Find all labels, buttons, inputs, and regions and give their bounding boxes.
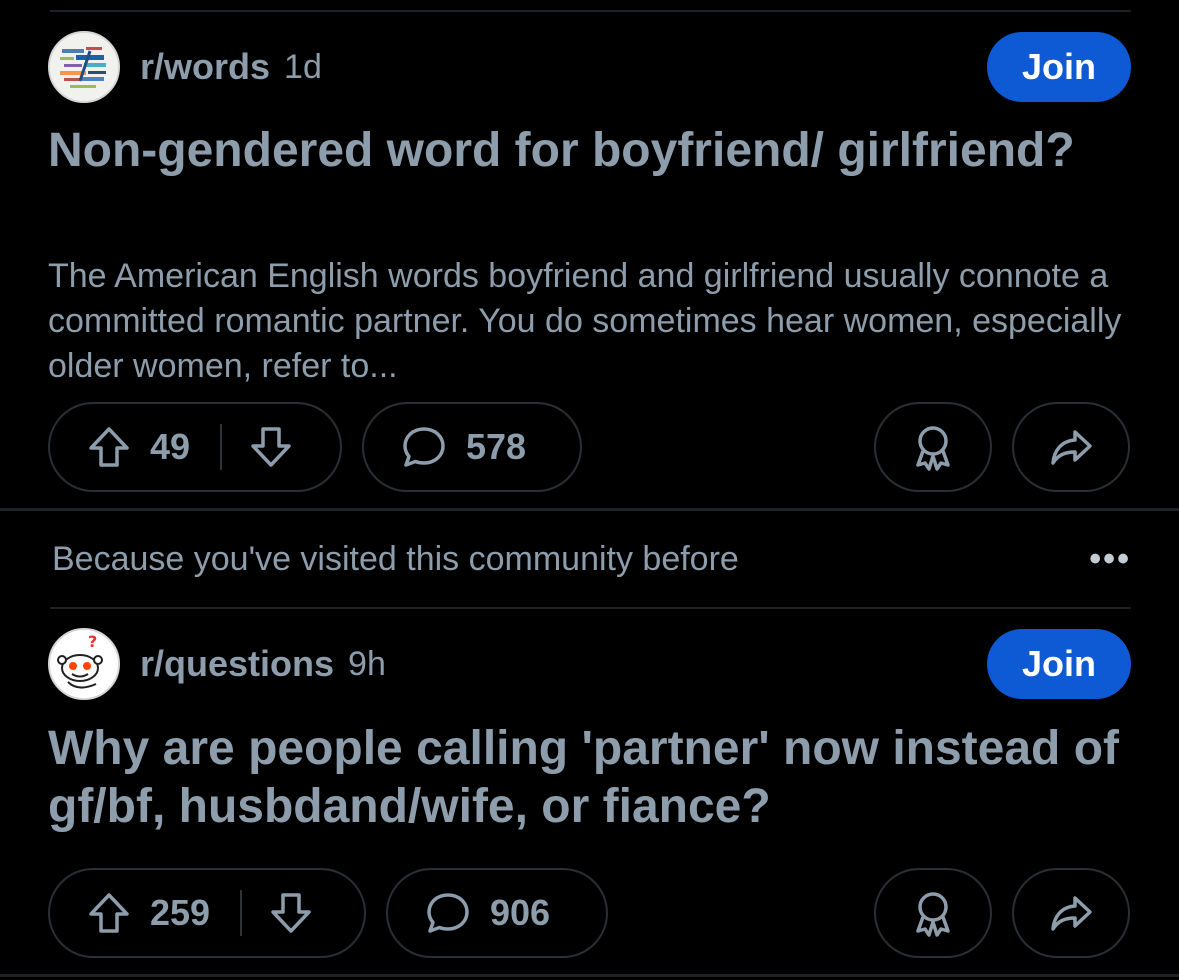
post-card[interactable]: ? r/questions 9h Join Why are people cal… [0, 610, 1179, 980]
comment-icon [400, 424, 448, 470]
upvote-icon[interactable] [86, 890, 132, 936]
svg-text:?: ? [88, 632, 97, 651]
comment-count: 578 [466, 426, 527, 467]
post-age: 9h [348, 644, 386, 683]
comment-count: 906 [490, 892, 551, 933]
community-avatar[interactable] [48, 31, 120, 103]
word-cloud-icon [50, 33, 118, 101]
snoo-question-icon: ? [50, 630, 118, 698]
share-icon [1048, 424, 1094, 470]
join-button[interactable]: Join [987, 629, 1131, 699]
feed: r/words 1d Join Non-gendered word for bo… [0, 0, 1179, 980]
comment-icon [424, 890, 472, 936]
vote-pill: 259 [48, 868, 366, 958]
post-header: ? r/questions 9h [48, 627, 386, 701]
vote-pill: 49 [48, 402, 342, 492]
post-header: r/words 1d [48, 30, 322, 104]
post-separator [0, 508, 1179, 511]
vote-divider [220, 424, 223, 470]
downvote-icon[interactable] [248, 424, 294, 470]
more-options-icon[interactable]: ••• [1089, 540, 1131, 579]
upvote-count: 259 [150, 892, 211, 933]
community-name[interactable]: r/words [140, 46, 270, 88]
share-button[interactable] [1012, 868, 1130, 958]
post-body[interactable]: The American English words boyfriend and… [48, 254, 1139, 389]
upvote-icon[interactable] [86, 424, 132, 470]
post-title[interactable]: Non-gendered word for boyfriend/ girlfri… [48, 122, 1119, 180]
community-avatar[interactable]: ? [48, 628, 120, 700]
downvote-icon[interactable] [268, 890, 314, 936]
share-icon [1048, 890, 1094, 936]
community-name[interactable]: r/questions [140, 643, 334, 685]
award-icon [910, 889, 956, 937]
award-button[interactable] [874, 868, 992, 958]
award-button[interactable] [874, 402, 992, 492]
post-age: 1d [284, 47, 322, 86]
post-card[interactable]: r/words 1d Join Non-gendered word for bo… [0, 0, 1179, 508]
post-title[interactable]: Why are people calling 'partner' now ins… [48, 720, 1119, 836]
join-button[interactable]: Join [987, 32, 1131, 102]
upvote-count: 49 [150, 426, 191, 467]
share-button[interactable] [1012, 402, 1130, 492]
bottom-separator [0, 974, 1179, 977]
comments-button[interactable]: 906 [386, 868, 608, 958]
vote-divider [240, 890, 243, 936]
award-icon [910, 423, 956, 471]
recommendation-reason: Because you've visited this community be… [52, 539, 739, 578]
recommendation-divider [50, 607, 1131, 609]
comments-button[interactable]: 578 [362, 402, 582, 492]
recommendation-row: Because you've visited this community be… [52, 534, 1131, 584]
